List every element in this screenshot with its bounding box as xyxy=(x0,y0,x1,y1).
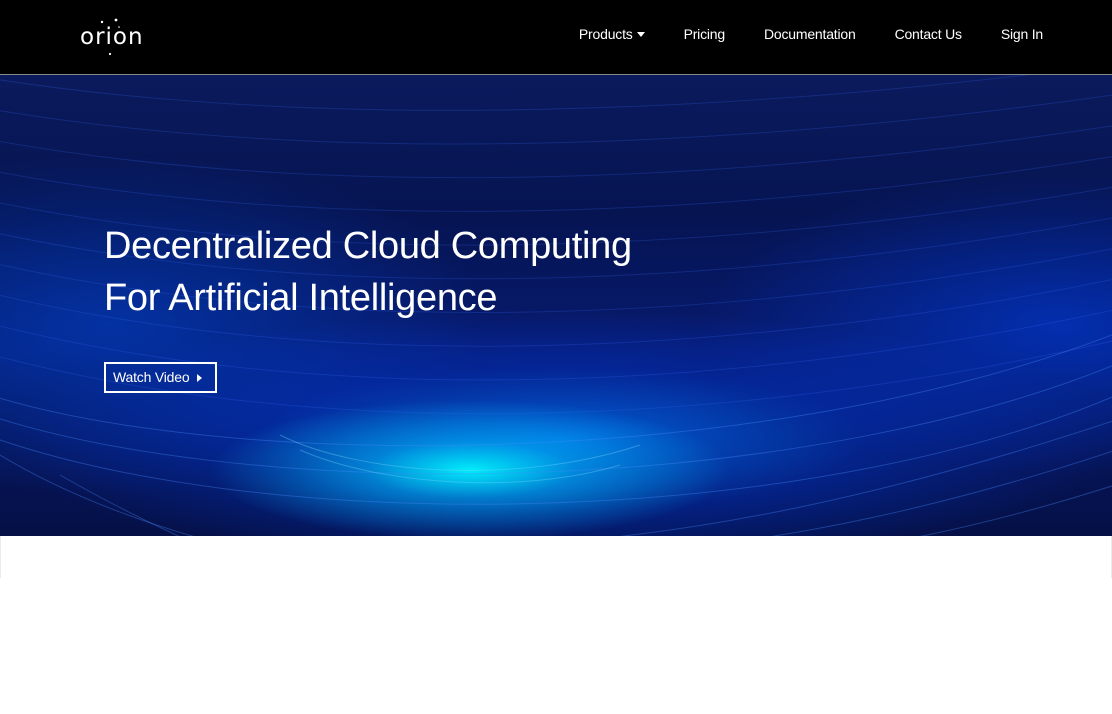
nav-item-documentation[interactable]: Documentation xyxy=(764,24,856,44)
nav-item-products[interactable]: Products xyxy=(579,24,645,44)
content-area xyxy=(0,536,1112,714)
play-icon xyxy=(197,373,203,382)
hero-title-line-1: Decentralized Cloud Computing xyxy=(104,225,632,267)
orion-logo[interactable]: orion xyxy=(80,18,152,58)
watch-video-button[interactable]: Watch Video xyxy=(104,362,218,393)
caret-down-icon xyxy=(636,32,645,37)
logo-text: orion xyxy=(80,24,144,50)
hero-section: Decentralized Cloud Computing For Artifi… xyxy=(0,75,1112,536)
nav-item-contact-us[interactable]: Contact Us xyxy=(895,24,962,44)
top-navbar: orion Products Pricing Documentation Con… xyxy=(0,0,1112,75)
page: orion Products Pricing Documentation Con… xyxy=(0,0,1112,714)
hero-title-line-2: For Artificial Intelligence xyxy=(104,277,498,319)
hero-title: Decentralized Cloud Computing For Artifi… xyxy=(104,220,632,324)
nav-item-sign-in[interactable]: Sign In xyxy=(1001,24,1043,44)
main-nav: Products Pricing Documentation Contact U… xyxy=(579,24,1043,44)
watch-video-label: Watch Video xyxy=(113,369,190,385)
left-edge-divider xyxy=(0,536,1,578)
nav-item-pricing[interactable]: Pricing xyxy=(684,24,726,44)
nav-item-products-label: Products xyxy=(578,26,633,42)
